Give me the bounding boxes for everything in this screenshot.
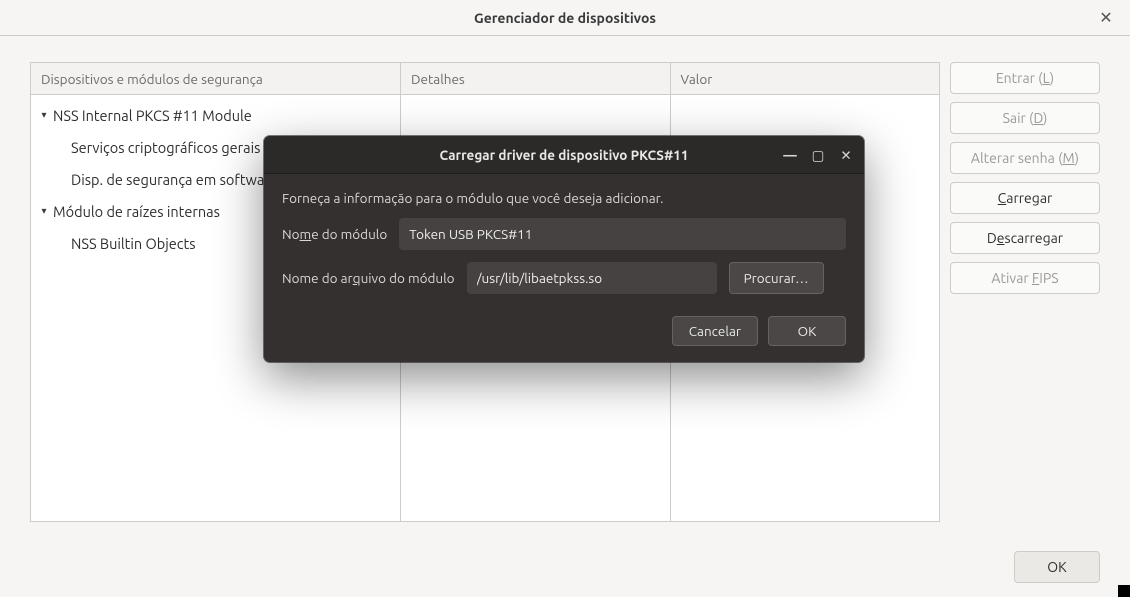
dialog-close-button[interactable]: ✕ — [832, 141, 860, 169]
dialog-maximize-button[interactable]: ▢ — [804, 141, 832, 169]
module-file-label: Nome do arquivo do módulo — [282, 270, 455, 286]
dialog-ok-label: OK — [798, 323, 817, 339]
main-ok-button[interactable]: OK — [1014, 551, 1100, 583]
tree-item-label: Serviços criptográficos gerais — [71, 139, 260, 156]
resize-handle-icon — [1118, 585, 1130, 597]
unload-button[interactable]: Descarregar — [950, 222, 1100, 254]
tree-item-label: NSS Internal PKCS #11 Module — [51, 107, 252, 124]
dialog-minimize-button[interactable]: — — [776, 141, 804, 169]
browse-button[interactable]: Procurar… — [729, 262, 824, 294]
change-password-button: Alterar senha (M) — [950, 142, 1100, 174]
main-titlebar: Gerenciador de dispositivos ✕ — [0, 0, 1130, 36]
value-header: Valor — [671, 63, 940, 95]
side-buttons: Entrar (L) Sair (D) Alterar senha (M) Ca… — [950, 62, 1100, 294]
module-name-input[interactable] — [399, 218, 846, 250]
tree-item-label: NSS Builtin Objects — [71, 235, 196, 252]
chevron-down-icon: ▾ — [37, 109, 51, 121]
dialog-cancel-label: Cancelar — [689, 323, 741, 339]
dialog-titlebar: Carregar driver de dispositivo PKCS#11 —… — [264, 136, 864, 174]
module-file-input[interactable] — [467, 262, 717, 294]
maximize-icon: ▢ — [812, 147, 825, 164]
main-title: Gerenciador de dispositivos — [474, 10, 656, 26]
device-manager-window: Gerenciador de dispositivos ✕ Dispositiv… — [0, 0, 1130, 597]
chevron-down-icon: ▾ — [37, 205, 51, 217]
enable-fips-button: Ativar FIPS — [950, 262, 1100, 294]
main-close-button[interactable]: ✕ — [1092, 0, 1120, 36]
details-header: Detalhes — [401, 63, 670, 95]
tree-item-label: Módulo de raízes internas — [51, 203, 220, 220]
module-name-label: Nome do módulo — [282, 226, 387, 242]
main-ok-label: OK — [1047, 559, 1066, 575]
dialog-title: Carregar driver de dispositivo PKCS#11 — [440, 147, 689, 163]
dialog-hint: Forneça a informação para o módulo que v… — [282, 190, 663, 206]
load-pkcs11-dialog: Carregar driver de dispositivo PKCS#11 —… — [264, 136, 864, 362]
close-icon: ✕ — [840, 147, 851, 164]
dialog-ok-button[interactable]: OK — [768, 316, 846, 346]
dialog-cancel-button[interactable]: Cancelar — [672, 316, 758, 346]
login-button: Entrar (L) — [950, 62, 1100, 94]
dialog-window-controls: — ▢ ✕ — [776, 136, 860, 174]
tree-header: Dispositivos e módulos de segurança — [31, 63, 400, 95]
load-button[interactable]: Carregar — [950, 182, 1100, 214]
logout-button: Sair (D) — [950, 102, 1100, 134]
minimize-icon: — — [783, 147, 797, 163]
tree-item-label: Disp. de segurança em software — [71, 171, 278, 188]
tree-item-nss-internal[interactable]: ▾ NSS Internal PKCS #11 Module — [31, 99, 400, 131]
close-icon: ✕ — [1099, 0, 1112, 36]
dialog-footer: Cancelar OK — [264, 308, 864, 362]
dialog-body: Forneça a informação para o módulo que v… — [264, 174, 864, 308]
